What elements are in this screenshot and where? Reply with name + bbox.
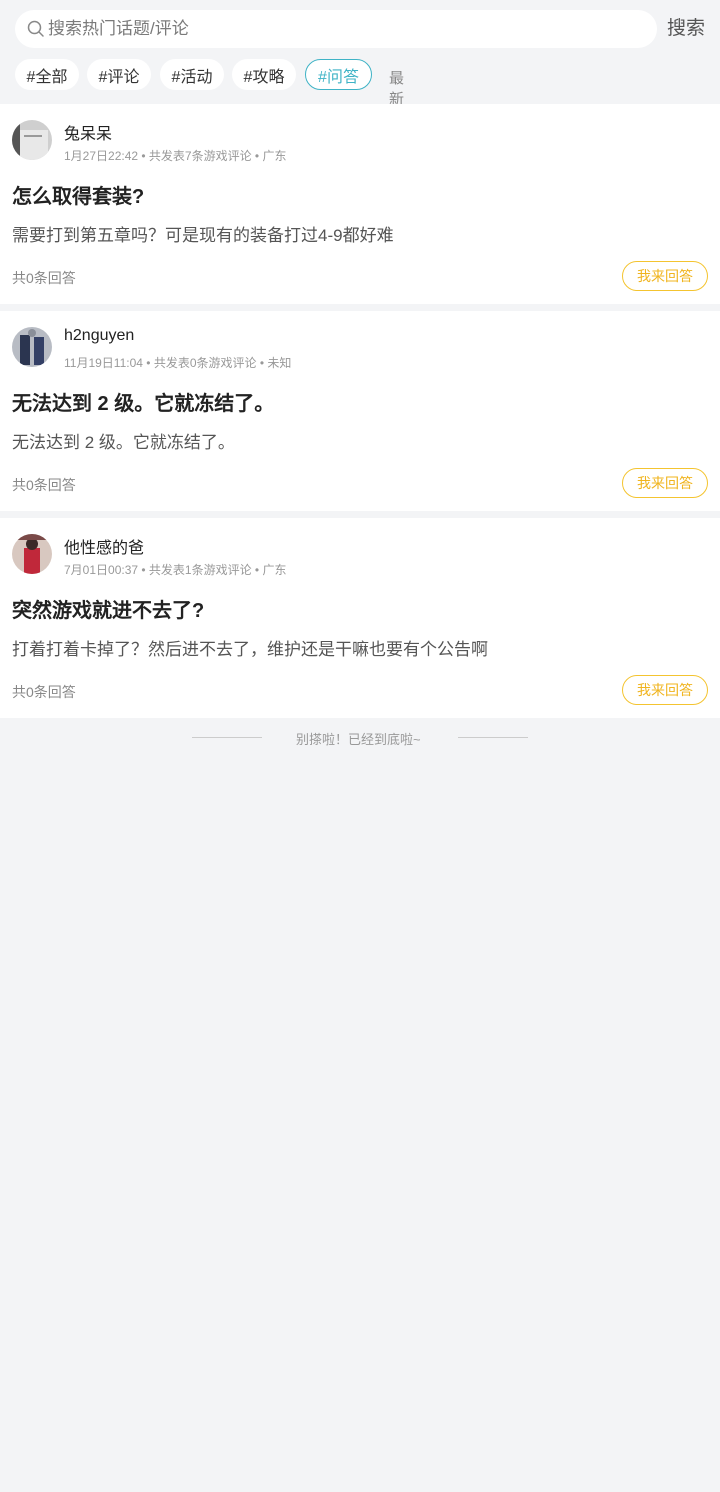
answer-count: 共0条回答 [12, 270, 76, 286]
post-title[interactable]: 无法达到 2 级。它就冻结了。 [12, 387, 274, 416]
footer-divider-left [192, 737, 262, 738]
post-meta: 11月19日11:04 • 共发表0条游戏评论 • 未知 [64, 356, 292, 370]
header: 搜索 #全部 #评论 #活动 #攻略 #问答 最新帖子 ⇵ [0, 0, 720, 150]
username[interactable]: 兔呆呆 [64, 120, 112, 144]
post-card[interactable]: 兔呆呆 1月27日22:42 • 共发表7条游戏评论 • 广东 怎么取得套装? … [0, 104, 720, 304]
search-button[interactable]: 搜索 [667, 16, 705, 42]
footer-divider-right [458, 737, 528, 738]
avatar[interactable] [12, 534, 52, 574]
answer-button[interactable]: 我来回答 [622, 261, 708, 291]
search-input[interactable] [48, 10, 648, 48]
username[interactable]: h2nguyen [64, 327, 134, 345]
post-meta: 1月27日22:42 • 共发表7条游戏评论 • 广东 [64, 149, 287, 163]
post-content[interactable]: 打着打着卡掉了？然后进不去了，维护还是干嘛也要有个公告啊 [12, 635, 488, 660]
answer-count: 共0条回答 [12, 684, 76, 700]
post-card[interactable]: h2nguyen 11月19日11:04 • 共发表0条游戏评论 • 未知 无法… [0, 311, 720, 511]
search-icon [27, 20, 44, 37]
post-title[interactable]: 突然游戏就进不去了? [12, 594, 204, 623]
post-meta: 7月01日00:37 • 共发表1条游戏评论 • 广东 [64, 563, 287, 577]
post-content[interactable]: 需要打到第五章吗？可是现有的装备打过4-9都好难 [12, 221, 394, 246]
answer-button[interactable]: 我来回答 [622, 675, 708, 705]
post-card[interactable]: 他性感的爸 7月01日00:37 • 共发表1条游戏评论 • 广东 突然游戏就进… [0, 518, 720, 718]
post-content[interactable]: 无法达到 2 级。它就冻结了。 [12, 428, 235, 453]
avatar[interactable] [12, 120, 52, 160]
tag-qa[interactable]: #问答 [305, 59, 372, 90]
post-title[interactable]: 怎么取得套装? [12, 180, 144, 209]
username[interactable]: 他性感的爸 [64, 534, 144, 558]
tag-guides[interactable]: #攻略 [232, 59, 296, 90]
answer-count: 共0条回答 [12, 477, 76, 493]
search-box[interactable] [15, 10, 657, 48]
avatar[interactable] [12, 327, 52, 367]
tag-reviews[interactable]: #评论 [87, 59, 151, 90]
tag-all[interactable]: #全部 [15, 59, 79, 90]
answer-button[interactable]: 我来回答 [622, 468, 708, 498]
end-of-list-text: 别搽啦！已经到底啦~ [296, 732, 421, 747]
tag-events[interactable]: #活动 [160, 59, 224, 90]
